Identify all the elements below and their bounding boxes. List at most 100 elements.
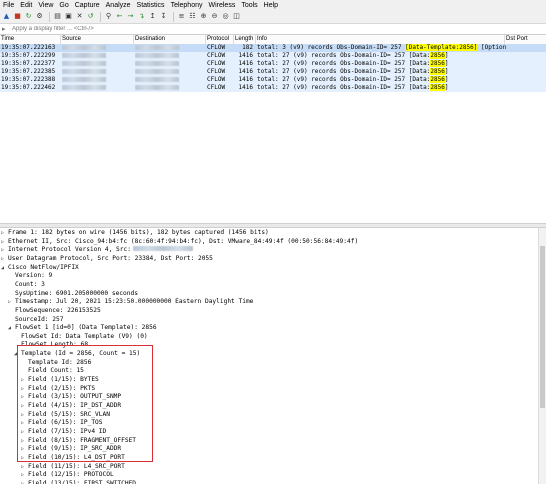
detail-tree-item[interactable]: ▷ Frame 1: 182 bytes on wire (1456 bits),… bbox=[1, 228, 269, 237]
column-header-destination[interactable]: Destination bbox=[135, 36, 165, 42]
detail-tree-item[interactable]: ◢ Cisco NetFlow/IPFIX bbox=[1, 263, 79, 272]
menu-item-view[interactable]: View bbox=[35, 2, 56, 9]
detail-tree-item[interactable]: SysUptime: 6901.205000000 seconds bbox=[8, 289, 138, 298]
options-icon[interactable]: ⚙ bbox=[35, 12, 44, 21]
packet-length: 182 bbox=[242, 44, 253, 51]
display-filter-bar: ▸ bbox=[0, 24, 546, 35]
menu-item-help[interactable]: Help bbox=[261, 2, 281, 9]
detail-tree-item[interactable]: Version: 9 bbox=[8, 271, 52, 280]
reload-icon[interactable]: ↺ bbox=[86, 12, 95, 21]
packet-info-suffix: ] bbox=[444, 60, 449, 67]
packet-info-text: total: 27 (v9) records Obs-Domain-ID= 25… bbox=[257, 76, 431, 83]
packet-info-suffix: ] bbox=[444, 76, 449, 83]
menu-item-telephony[interactable]: Telephony bbox=[168, 2, 206, 9]
detail-tree-text: Ethernet II, Src: Cisco_94:b4:fc (8c:60:… bbox=[8, 237, 359, 245]
column-separator bbox=[255, 35, 256, 44]
column-header-protocol[interactable]: Protocol bbox=[207, 36, 229, 42]
detail-tree-item[interactable]: ▷ Timestamp: Jul 20, 2021 15:23:50.000000… bbox=[8, 297, 253, 306]
scrollbar-thumb[interactable] bbox=[540, 246, 545, 408]
details-scrollbar[interactable] bbox=[538, 228, 546, 484]
menu-item-statistics[interactable]: Statistics bbox=[134, 2, 168, 9]
zoom-out-icon[interactable]: ⊖ bbox=[210, 12, 219, 21]
redacted-address bbox=[132, 246, 193, 252]
packet-info-highlight: 2856 bbox=[430, 76, 445, 83]
packet-time: 19:35:07.222377 bbox=[1, 60, 56, 67]
packet-time: 19:35:07.222299 bbox=[1, 52, 56, 59]
detail-tree-item[interactable]: ▷ Field (12/15): PROTOCOL bbox=[21, 470, 114, 479]
detail-tree-item[interactable]: ▷ User Datagram Protocol, Src Port: 23384… bbox=[1, 254, 213, 263]
column-separator bbox=[233, 35, 234, 44]
bookmark-icon[interactable]: ▸ bbox=[2, 25, 10, 33]
close-file-icon[interactable]: ✕ bbox=[75, 12, 84, 21]
toolbar-separator bbox=[100, 11, 101, 22]
detail-tree-text: SysUptime: 6901.205000000 seconds bbox=[15, 289, 138, 297]
resize-columns-icon[interactable]: ◫ bbox=[232, 12, 241, 21]
detail-tree-item[interactable]: ▷ Field (11/15): L4_SRC_PORT bbox=[21, 462, 125, 471]
zoom-in-icon[interactable]: ⊕ bbox=[199, 12, 208, 21]
goto-icon[interactable]: ↴ bbox=[137, 12, 146, 21]
detail-tree-item[interactable]: Count: 3 bbox=[8, 280, 45, 289]
menu-item-tools[interactable]: Tools bbox=[238, 2, 260, 9]
menu-item-edit[interactable]: Edit bbox=[17, 2, 35, 9]
column-header-info[interactable]: Info bbox=[257, 36, 267, 42]
autoscroll-icon[interactable]: ≡ bbox=[177, 12, 186, 21]
packet-info: total: 27 (v9) records Obs-Domain-ID= 25… bbox=[257, 76, 538, 84]
column-header-source[interactable]: Source bbox=[62, 36, 81, 42]
detail-tree-text: Frame 1: 182 bytes on wire (1456 bits), … bbox=[8, 229, 269, 236]
column-header-length[interactable]: Length bbox=[235, 36, 253, 42]
packet-protocol: CFLOW bbox=[207, 52, 226, 59]
expand-arrow-icon[interactable]: ▷ bbox=[21, 480, 28, 484]
stop-icon[interactable]: ■ bbox=[13, 12, 22, 21]
save-icon[interactable]: ▣ bbox=[64, 12, 73, 21]
detail-tree-item[interactable]: ▷ Internet Protocol Version 4, Src: bbox=[1, 245, 193, 254]
detail-tree-text: Timestamp: Jul 20, 2021 15:23:50.0000000… bbox=[15, 298, 254, 306]
display-filter-input[interactable] bbox=[12, 25, 312, 33]
template-annotation-box bbox=[17, 345, 153, 462]
collapse-arrow-icon[interactable]: ◢ bbox=[1, 264, 8, 273]
packet-row[interactable]: 19:35:07.222462 CFLOW 1416 total: 27 (v9) r… bbox=[0, 84, 546, 92]
packet-row[interactable]: 19:35:07.222163 CFLOW 182 total: 3 (v9) rec… bbox=[0, 44, 546, 52]
find-icon[interactable]: ⚲ bbox=[104, 12, 113, 21]
last-icon[interactable]: ↧ bbox=[159, 12, 168, 21]
packet-row[interactable]: 19:35:07.222377 CFLOW 1416 total: 27 (v9) r… bbox=[0, 60, 546, 68]
packet-length: 1416 bbox=[238, 76, 253, 83]
packet-row[interactable]: 19:35:07.222299 CFLOW 1416 total: 27 (v9) r… bbox=[0, 52, 546, 60]
back-icon[interactable]: ← bbox=[115, 12, 124, 21]
detail-tree-item[interactable]: ◢ FlowSet 1 [id=0] (Data Template): 2856 bbox=[8, 323, 157, 332]
detail-tree-item[interactable]: FlowSet Id: Data Template (V9) (0) bbox=[14, 332, 148, 341]
detail-tree-text: Count: 3 bbox=[15, 280, 45, 288]
menu-item-wireless[interactable]: Wireless bbox=[205, 2, 238, 9]
packet-info-text: total: 27 (v9) records Obs-Domain-ID= 25… bbox=[257, 60, 431, 67]
menu-item-analyze[interactable]: Analyze bbox=[103, 2, 134, 9]
menu-item-file[interactable]: File bbox=[0, 2, 17, 9]
packet-row[interactable]: 19:35:07.222388 CFLOW 1416 total: 27 (v9) r… bbox=[0, 76, 546, 84]
menu-item-capture[interactable]: Capture bbox=[72, 2, 103, 9]
menu-item-go[interactable]: Go bbox=[56, 2, 71, 9]
detail-tree-text: FlowSet 1 [id=0] (Data Template): 2856 bbox=[15, 324, 157, 332]
packet-row[interactable]: 19:35:07.222385 CFLOW 1416 total: 27 (v9) r… bbox=[0, 68, 546, 76]
column-separator bbox=[133, 35, 134, 44]
column-header-time[interactable]: Time bbox=[1, 36, 14, 42]
first-icon[interactable]: ↥ bbox=[148, 12, 157, 21]
packet-length: 1416 bbox=[238, 84, 253, 91]
menu-bar: File Edit View Go Capture Analyze Statistics Te… bbox=[0, 0, 546, 10]
detail-tree-text: Field (12/15): PROTOCOL bbox=[28, 471, 114, 479]
detail-tree-item[interactable]: FlowSequence: 226153525 bbox=[8, 306, 101, 315]
packet-protocol: CFLOW bbox=[207, 76, 226, 83]
restart-icon[interactable]: ↻ bbox=[24, 12, 33, 21]
packet-time: 19:35:07.222163 bbox=[1, 44, 56, 51]
detail-tree-item[interactable]: SourceId: 257 bbox=[8, 315, 63, 324]
colorize-icon[interactable]: ☷ bbox=[188, 12, 197, 21]
column-separator bbox=[60, 35, 61, 44]
open-icon[interactable]: ▤ bbox=[53, 12, 62, 21]
column-separator bbox=[504, 35, 505, 44]
detail-tree-item[interactable]: ▷ Ethernet II, Src: Cisco_94:b4:fc (8c:60… bbox=[1, 237, 358, 246]
shark-fin-icon[interactable]: ▲ bbox=[2, 12, 11, 21]
detail-tree-item[interactable]: ▷ Field (13/15): FIRST_SWITCHED bbox=[21, 479, 136, 484]
packet-source-redacted bbox=[62, 84, 132, 93]
packet-protocol: CFLOW bbox=[207, 68, 226, 75]
zoom-reset-icon[interactable]: ◎ bbox=[221, 12, 230, 21]
forward-icon[interactable]: → bbox=[126, 12, 135, 21]
column-header-dst-port[interactable]: Dst Port bbox=[506, 36, 528, 42]
packet-info: total: 3 (v9) records Obs-Domain-ID= 257… bbox=[257, 44, 538, 52]
